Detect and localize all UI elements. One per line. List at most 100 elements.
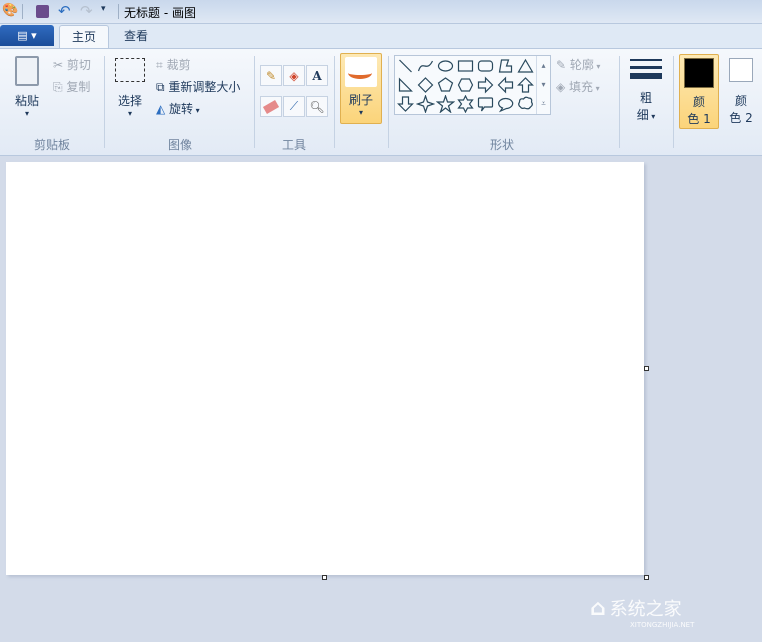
copy-button[interactable]: ⎘ 复制 xyxy=(53,78,90,95)
shapes-gallery: ▴ ▾ ⩡ xyxy=(394,55,551,115)
tab-view[interactable]: 查看 xyxy=(112,25,160,48)
clipboard-icon xyxy=(15,56,39,86)
eraser-icon[interactable] xyxy=(260,96,282,117)
scroll-up-icon[interactable]: ▴ xyxy=(537,56,550,75)
tools-grid: ✎ ◈ A ⟋ 🔍︎ xyxy=(260,65,329,117)
shape-right-triangle-icon[interactable] xyxy=(396,76,416,95)
paste-label: 粘贴 xyxy=(14,94,39,108)
shape-hexagon-icon[interactable] xyxy=(456,76,476,95)
crop-icon: ⌗ xyxy=(156,58,167,72)
shape-polygon-icon[interactable] xyxy=(496,57,516,76)
size-label: 粗 xyxy=(639,91,652,105)
cut-label: 剪切 xyxy=(66,58,91,72)
select-label: 选择 xyxy=(117,94,142,108)
color2-swatch xyxy=(729,58,753,82)
undo-icon[interactable]: ↶ xyxy=(58,2,71,20)
expand-gallery-icon[interactable]: ⩡ xyxy=(537,94,550,113)
drawing-canvas[interactable] xyxy=(6,162,644,575)
color-picker-icon[interactable]: ⟋ xyxy=(283,96,305,117)
size-label-2: 细 xyxy=(636,108,649,122)
shape-diamond-icon[interactable] xyxy=(416,76,436,95)
divider xyxy=(22,4,23,19)
brushes-button[interactable]: 刷子 ▾ xyxy=(340,53,382,124)
brushes-label: 刷子 xyxy=(348,93,373,107)
color2-label-2: 色 2 xyxy=(729,111,753,125)
divider xyxy=(388,56,389,148)
rotate-label: 旋转 xyxy=(169,102,194,116)
rotate-button[interactable]: ◭ 旋转 ▾ xyxy=(156,100,200,117)
gallery-scroll[interactable]: ▴ ▾ ⩡ xyxy=(536,56,550,114)
shape-pentagon-icon[interactable] xyxy=(436,76,456,95)
file-menu-button[interactable]: ▤ ▾ xyxy=(0,25,54,46)
title-bar: 🎨 ↶ ↷ ▾ 无标题 - 画图 xyxy=(0,0,762,24)
redo-icon[interactable]: ↷ xyxy=(80,2,93,20)
divider xyxy=(254,56,255,148)
pencil-icon[interactable]: ✎ xyxy=(260,65,282,86)
color2-label: 颜 xyxy=(734,94,747,108)
size-button[interactable]: 粗 细 ▾ xyxy=(628,56,664,123)
magnifier-icon[interactable]: 🔍︎ xyxy=(306,96,328,117)
shape-right-arrow-icon[interactable] xyxy=(476,76,496,95)
scissors-icon: ✂ xyxy=(53,58,67,72)
watermark-text: 系统之家 xyxy=(609,599,682,620)
outline-button[interactable]: ✎ 轮廓 ▾ xyxy=(556,56,600,73)
color1-button[interactable]: 颜 色 1 xyxy=(679,54,719,129)
resize-button[interactable]: ⧉ 重新调整大小 xyxy=(156,78,240,95)
color1-label-2: 色 1 xyxy=(687,112,711,126)
chevron-down-icon: ▾ xyxy=(358,108,363,117)
shape-down-arrow-icon[interactable] xyxy=(396,95,416,114)
shape-line-icon[interactable] xyxy=(396,57,416,76)
tab-home[interactable]: 主页 xyxy=(59,25,110,48)
customize-dropdown-icon[interactable]: ▾ xyxy=(101,4,106,14)
chevron-down-icon: ▾ xyxy=(24,109,29,118)
copy-label: 复制 xyxy=(66,80,91,94)
clipboard-group-label: 剪贴板 xyxy=(33,138,70,152)
resize-handle-right[interactable] xyxy=(644,366,649,371)
scroll-down-icon[interactable]: ▾ xyxy=(537,75,550,94)
paste-button[interactable]: 粘贴 ▾ xyxy=(10,56,44,124)
shape-triangle-icon[interactable] xyxy=(516,57,536,76)
shapes-group-label: 形状 xyxy=(489,138,514,152)
shape-six-point-star-icon[interactable] xyxy=(456,94,476,114)
shape-oval-callout-icon[interactable] xyxy=(496,95,516,114)
shape-four-point-star-icon[interactable] xyxy=(415,94,436,114)
watermark: ⌂ 系统之家 XITONGZHIJIA.NET xyxy=(590,595,694,629)
color1-swatch xyxy=(684,58,714,88)
cut-button[interactable]: ✂ 剪切 xyxy=(53,56,91,73)
resize-handle-corner[interactable] xyxy=(644,575,649,580)
selection-rectangle-icon xyxy=(115,58,145,82)
fill-button[interactable]: ◈ 填充 ▾ xyxy=(556,78,600,95)
divider xyxy=(104,56,105,148)
divider xyxy=(334,56,335,148)
crop-button[interactable]: ⌗ 裁剪 xyxy=(156,56,191,73)
shape-up-arrow-icon[interactable] xyxy=(516,76,536,95)
resize-handle-bottom[interactable] xyxy=(322,575,327,580)
outline-pencil-icon: ✎ xyxy=(556,58,570,72)
divider xyxy=(673,56,674,148)
shape-rectangle-icon[interactable] xyxy=(456,57,476,76)
rotate-icon: ◭ xyxy=(156,102,170,116)
select-button[interactable]: 选择 ▾ xyxy=(112,58,148,118)
paint-palette-icon[interactable]: 🎨 xyxy=(2,3,18,18)
crop-label: 裁剪 xyxy=(166,58,191,72)
color2-button[interactable]: 颜 色 2 xyxy=(724,54,758,129)
brush-icon xyxy=(345,57,377,87)
fill-bucket-icon[interactable]: ◈ xyxy=(283,65,305,86)
outline-label: 轮廓 xyxy=(569,58,594,72)
copy-icon: ⎘ xyxy=(53,80,67,94)
shape-rounded-callout-icon[interactable] xyxy=(476,95,496,114)
shape-five-point-star-icon[interactable] xyxy=(435,94,456,114)
line-width-icon xyxy=(630,59,662,79)
save-icon[interactable] xyxy=(36,5,49,18)
shape-curve-icon[interactable] xyxy=(416,57,436,76)
shape-left-arrow-icon[interactable] xyxy=(496,76,516,95)
chevron-down-icon: ▾ xyxy=(127,109,132,118)
shape-rounded-rectangle-icon[interactable] xyxy=(476,57,496,76)
resize-label: 重新调整大小 xyxy=(168,80,241,94)
divider xyxy=(619,56,620,148)
text-icon[interactable]: A xyxy=(306,65,328,86)
shape-oval-icon[interactable] xyxy=(436,57,456,76)
color1-label: 颜 xyxy=(692,95,705,109)
shape-cloud-callout-icon[interactable] xyxy=(516,95,536,114)
watermark-logo-icon: ⌂ xyxy=(590,596,606,621)
